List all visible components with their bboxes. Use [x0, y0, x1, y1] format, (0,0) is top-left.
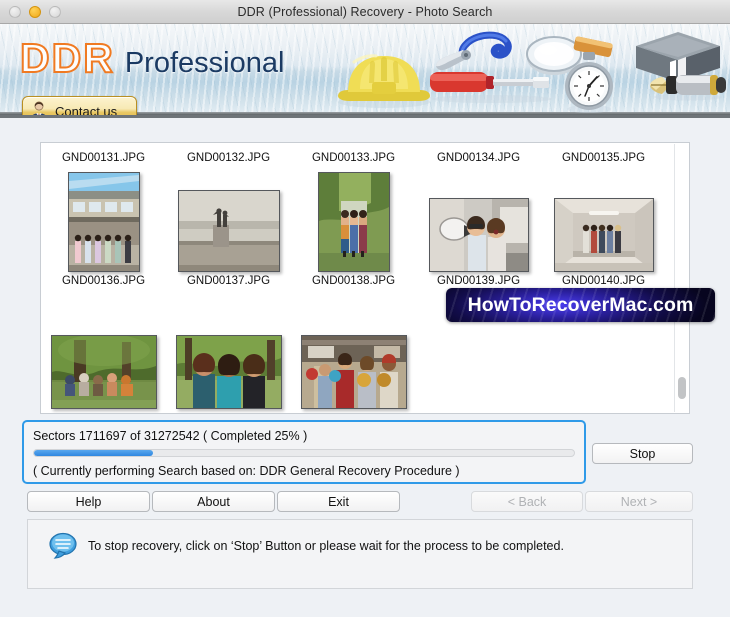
- file-cell[interactable]: [291, 305, 416, 409]
- back-button: < Back: [471, 491, 583, 512]
- next-button: Next >: [585, 491, 693, 512]
- file-cell[interactable]: GND00138.JPG: [291, 274, 416, 289]
- exit-button[interactable]: Exit: [277, 491, 400, 512]
- file-name-row: GND00136.JPG GND00137.JPG GND00138.JPG G…: [41, 274, 669, 289]
- scrollbar-thumb[interactable]: [678, 377, 686, 399]
- person-icon: [32, 101, 46, 115]
- site-watermark: HowToRecoverMac.com: [446, 288, 715, 322]
- bottom-button-row: Help About Exit < Back Next >: [0, 491, 730, 513]
- file-name-label: GND00132.JPG: [186, 152, 271, 164]
- file-cell[interactable]: GND00139.JPG: [416, 274, 541, 289]
- file-cell[interactable]: [416, 168, 541, 272]
- zoom-button[interactable]: [49, 5, 61, 18]
- thumbnail-friends-picnic-park[interactable]: [50, 335, 157, 409]
- contact-us-label: Contact us: [55, 103, 118, 118]
- thumbnail-people-on-rooftop[interactable]: [177, 190, 280, 272]
- file-name-label: GND00133.JPG: [311, 152, 396, 164]
- file-name-label: GND00140.JPG: [561, 275, 646, 287]
- file-list-scrollbar[interactable]: [674, 144, 688, 412]
- stopwatch-icon: [565, 52, 613, 113]
- file-cell[interactable]: [166, 168, 291, 272]
- progress-bar-fill: [34, 450, 153, 456]
- file-cell[interactable]: GND00133.JPG: [291, 151, 416, 166]
- file-grid: GND00131.JPG GND00132.JPG GND00133.JPG G…: [41, 143, 689, 409]
- logo-ddr-text: DDR: [19, 34, 115, 82]
- file-cell[interactable]: GND00134.JPG: [416, 151, 541, 166]
- about-button[interactable]: About: [152, 491, 275, 512]
- file-cell[interactable]: [291, 168, 416, 272]
- file-name-label: GND00137.JPG: [186, 275, 271, 287]
- window-controls: [9, 5, 61, 18]
- file-name-label: GND00138.JPG: [311, 275, 396, 287]
- file-cell[interactable]: GND00131.JPG: [41, 151, 166, 166]
- file-cell[interactable]: GND00137.JPG: [166, 274, 291, 289]
- header-banner: DDR Professional Contact us: [0, 24, 730, 118]
- minimize-button[interactable]: [29, 5, 41, 18]
- file-cell[interactable]: [41, 168, 166, 272]
- file-list-panel[interactable]: GND00131.JPG GND00132.JPG GND00133.JPG G…: [40, 142, 690, 414]
- thumbnail-row: [41, 168, 669, 272]
- progress-bar: [33, 449, 575, 457]
- app-logo: DDR Professional: [19, 34, 285, 82]
- thumbnail-friends-bowling-alley[interactable]: [300, 335, 407, 409]
- file-name-label: GND00136.JPG: [61, 275, 146, 287]
- file-cell[interactable]: GND00135.JPG: [541, 151, 666, 166]
- info-message: To stop recovery, click on ‘Stop’ Button…: [88, 539, 564, 553]
- file-name-label: GND00131.JPG: [61, 152, 146, 164]
- close-button[interactable]: [9, 5, 21, 18]
- file-cell[interactable]: [166, 305, 291, 409]
- sector-progress-text: Sectors 1711697 of 31272542 ( Completed …: [33, 429, 308, 443]
- file-cell[interactable]: GND00136.JPG: [41, 274, 166, 289]
- stop-button[interactable]: Stop: [592, 443, 693, 464]
- help-button[interactable]: Help: [27, 491, 150, 512]
- file-name-label: GND00134.JPG: [436, 152, 521, 164]
- thumbnail-women-with-megaphone[interactable]: [428, 198, 529, 272]
- file-name-label: GND00135.JPG: [561, 152, 646, 164]
- speech-bubble-icon: [49, 532, 77, 559]
- file-cell[interactable]: GND00132.JPG: [166, 151, 291, 166]
- thumbnail-three-women-garden-path[interactable]: [317, 172, 390, 272]
- file-cell[interactable]: GND00140.JPG: [541, 274, 666, 289]
- info-panel: To stop recovery, click on ‘Stop’ Button…: [27, 519, 693, 589]
- main-body: GND00131.JPG GND00132.JPG GND00133.JPG G…: [0, 118, 730, 617]
- file-name-label: GND00139.JPG: [436, 275, 521, 287]
- thumbnail-three-women-park[interactable]: [175, 335, 282, 409]
- file-cell[interactable]: [41, 305, 166, 409]
- thumbnail-group-in-corridor[interactable]: [553, 198, 654, 272]
- file-cell[interactable]: [541, 168, 666, 272]
- app-window: DDR (Professional) Recovery - Photo Sear…: [0, 0, 730, 617]
- thumbnail-group-under-bridge[interactable]: [67, 172, 140, 272]
- current-procedure-text: ( Currently performing Search based on: …: [33, 464, 460, 478]
- hard-hat-icon: [338, 54, 430, 108]
- progress-panel: Sectors 1711697 of 31272542 ( Completed …: [22, 420, 586, 484]
- logo-professional-text: Professional: [124, 47, 285, 79]
- window-title: DDR (Professional) Recovery - Photo Sear…: [237, 4, 493, 19]
- header-tool-illustrations: [302, 24, 726, 115]
- title-bar: DDR (Professional) Recovery - Photo Sear…: [0, 0, 730, 24]
- fountain-pen-icon: [650, 75, 726, 101]
- file-name-row: GND00131.JPG GND00132.JPG GND00133.JPG G…: [41, 151, 669, 166]
- watermark-text: HowToRecoverMac.com: [467, 293, 694, 316]
- contact-us-button[interactable]: Contact us: [22, 96, 137, 118]
